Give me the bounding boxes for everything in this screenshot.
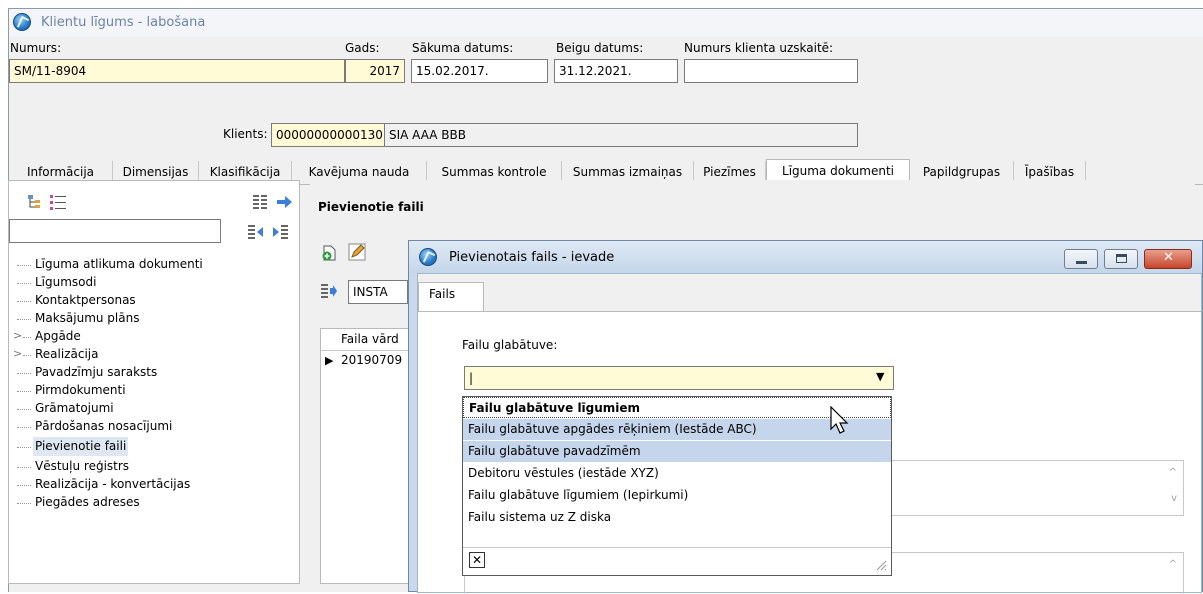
tab-fails[interactable]: Fails bbox=[418, 282, 484, 312]
dropdown-arrow-icon[interactable]: ▼ bbox=[876, 370, 884, 383]
close-icon: ✕ bbox=[1163, 250, 1174, 265]
beigu-datums-label: Beigu datums: bbox=[556, 41, 644, 55]
maximize-icon bbox=[1116, 254, 1127, 263]
numurs-label: Numurs: bbox=[10, 41, 62, 55]
expand-all-icon[interactable] bbox=[271, 223, 289, 241]
mouse-cursor-icon bbox=[830, 406, 849, 434]
tree-item-apgade[interactable]: Apgāde bbox=[33, 327, 83, 346]
tree-item-vestulu-registrs[interactable]: Vēstuļu reģistrs bbox=[33, 457, 131, 476]
numurs-field[interactable]: SM/11-8904 bbox=[9, 59, 345, 83]
grid-header-faila-vards[interactable]: Faila vārd bbox=[321, 329, 409, 351]
scroll-down-icon[interactable]: v bbox=[1171, 493, 1177, 504]
tree-item-realizacija-konvertacijas[interactable]: Realizācija - konvertācijas bbox=[33, 475, 192, 494]
tree-item-pardosanas-nosacijumi[interactable]: Pārdošanas nosacījumi bbox=[33, 417, 174, 436]
files-grid: Faila vārd 20190709 ▶ bbox=[320, 328, 410, 584]
filter-input[interactable]: INSTA bbox=[348, 280, 408, 304]
arrow-right-icon[interactable] bbox=[275, 193, 293, 211]
chevron-right-icon[interactable]: > bbox=[13, 329, 22, 342]
tree-item-pievienotie-faili[interactable]: Pievienotie faili bbox=[33, 437, 129, 456]
main-window-title: Klientu līgums - labošana bbox=[41, 15, 206, 30]
tree-item-ligumsodi[interactable]: Līgumsodi bbox=[33, 273, 98, 292]
gads-field[interactable]: 2017 bbox=[345, 59, 405, 83]
dropdown-footer: ✕ bbox=[463, 547, 891, 575]
tree-item-maksajumu-plans[interactable]: Maksājumu plāns bbox=[33, 309, 141, 328]
failu-glabatuve-select[interactable]: | bbox=[464, 366, 894, 390]
numurs-klienta-label: Numurs klienta uzskaitē: bbox=[684, 41, 834, 55]
beigu-datums-field[interactable]: 31.12.2021. bbox=[554, 59, 678, 83]
app-icon bbox=[419, 248, 437, 266]
dialog-titlebar: Pievienotais fails - ievade ✕ bbox=[409, 241, 1202, 273]
panel-title: Pievienotie faili bbox=[318, 200, 424, 214]
chevron-right-icon[interactable]: > bbox=[13, 347, 22, 360]
option-failu-sistema-z-diska[interactable]: Failu sistema uz Z diska bbox=[463, 507, 891, 528]
tree-item-piegades-adreses[interactable]: Piegādes adreses bbox=[33, 493, 142, 512]
sakuma-datums-label: Sākuma datums: bbox=[412, 41, 514, 55]
resize-grip-icon[interactable] bbox=[875, 559, 887, 571]
tree-item-liguma-atlikuma-dokumenti[interactable]: Līguma atlikuma dokumenti bbox=[33, 255, 205, 274]
clear-icon[interactable]: ✕ bbox=[469, 552, 485, 568]
option-ligumiem-iepirkumi[interactable]: Failu glabātuve līgumiem (Iepirkumi) bbox=[463, 485, 891, 506]
failu-glabatuve-dropdown: Failu glabātuve līgumiem Failu glabātuve… bbox=[462, 396, 892, 576]
minimize-icon bbox=[1076, 261, 1087, 264]
scroll-up-icon[interactable]: ^ bbox=[1169, 559, 1177, 570]
add-file-icon[interactable] bbox=[320, 244, 338, 262]
close-button[interactable]: ✕ bbox=[1144, 249, 1192, 269]
dialog-title: Pievienotais fails - ievade bbox=[449, 250, 615, 265]
main-window-titlebar: Klientu līgums - labošana bbox=[9, 9, 1203, 37]
option-failu-glabatuve-ligumiem[interactable]: Failu glabātuve līgumiem bbox=[463, 397, 891, 418]
tree-item-gramatojumi[interactable]: Grāmatojumi bbox=[33, 399, 116, 418]
tree-view-icon[interactable] bbox=[27, 193, 45, 211]
filter-icon[interactable] bbox=[320, 282, 338, 300]
maximize-button[interactable] bbox=[1104, 249, 1138, 269]
tree-item-realizacija[interactable]: Realizācija bbox=[33, 345, 100, 364]
row-pointer-icon: ▶ bbox=[325, 354, 334, 367]
sakuma-datums-field[interactable]: 15.02.2017. bbox=[411, 59, 548, 83]
tree-panel: Līguma atlikuma dokumenti Līgumsodi Kont… bbox=[8, 180, 300, 584]
klients-name-field: SIA AAA BBB bbox=[384, 123, 858, 147]
minimize-button[interactable] bbox=[1064, 249, 1098, 269]
app-icon bbox=[13, 13, 31, 31]
option-pavadzimem[interactable]: Failu glabātuve pavadzīmēm bbox=[463, 441, 891, 462]
list-view-icon[interactable] bbox=[49, 193, 67, 211]
tree-search-input[interactable] bbox=[9, 219, 221, 243]
tree-item-pirmdokumenti[interactable]: Pirmdokumenti bbox=[33, 381, 128, 400]
failu-glabatuve-label: Failu glabātuve: bbox=[462, 338, 558, 352]
klients-label: Klients: bbox=[223, 127, 268, 141]
tree-item-pavadzimju-saraksts[interactable]: Pavadzīmju saraksts bbox=[33, 363, 159, 382]
collapse-all-icon[interactable] bbox=[247, 223, 265, 241]
gads-label: Gads: bbox=[345, 41, 380, 55]
scroll-up-icon[interactable]: ^ bbox=[1169, 467, 1177, 478]
columns-icon[interactable] bbox=[251, 193, 269, 211]
edit-icon[interactable] bbox=[348, 243, 366, 261]
numurs-klienta-field[interactable] bbox=[684, 59, 858, 83]
klients-code-field[interactable]: 000000000001301 bbox=[271, 123, 385, 147]
option-apgades-rekiniem[interactable]: Failu glabātuve apgādes rēķiniem (Iestād… bbox=[463, 419, 891, 440]
option-debitoru-vestules[interactable]: Debitoru vēstules (iestāde XYZ) bbox=[463, 463, 891, 484]
grid-row[interactable]: 20190709 bbox=[321, 351, 409, 371]
tree-item-kontaktpersonas[interactable]: Kontaktpersonas bbox=[33, 291, 138, 310]
